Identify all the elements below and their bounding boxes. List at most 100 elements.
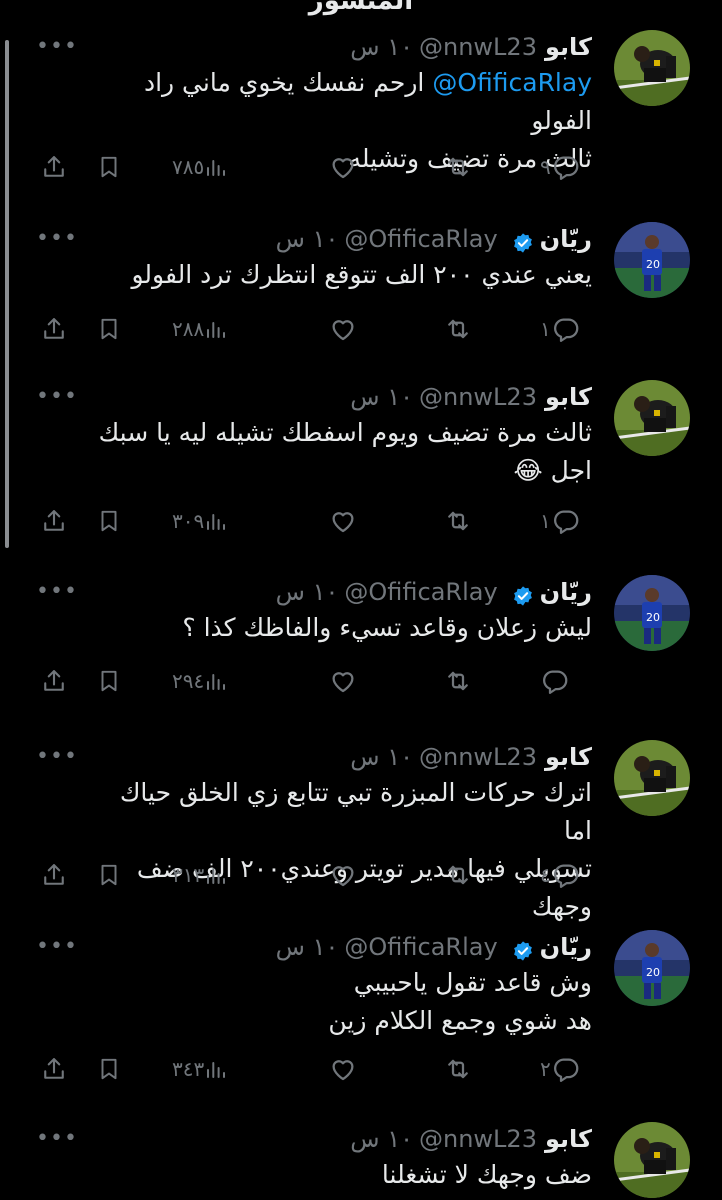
author-handle[interactable]: @OfificaRlay: [344, 225, 497, 253]
retweet-icon: [442, 507, 474, 531]
timestamp[interactable]: ١٠ س: [350, 743, 413, 771]
avatar[interactable]: [614, 1122, 690, 1198]
more-icon[interactable]: •••: [36, 1128, 78, 1150]
share-icon: [40, 153, 68, 177]
like-icon: [328, 861, 358, 886]
like-button[interactable]: [328, 858, 358, 888]
more-icon[interactable]: •••: [36, 36, 78, 58]
reply-button[interactable]: ١: [536, 312, 581, 342]
author-name[interactable]: ريّان: [540, 933, 592, 961]
verified-icon: [512, 937, 534, 961]
avatar[interactable]: [614, 380, 690, 456]
author-name[interactable]: ريّان: [540, 578, 592, 606]
avatar[interactable]: [614, 30, 690, 106]
like-button[interactable]: [328, 1052, 358, 1082]
views-button[interactable]: ٢٨٨: [168, 312, 228, 342]
tweet-text: ضف وجهك لا تشغلنا: [92, 1156, 592, 1194]
share-icon: [40, 667, 68, 691]
author-handle[interactable]: @OfificaRlay: [344, 578, 497, 606]
retweet-button[interactable]: [442, 1052, 474, 1082]
timestamp[interactable]: ١٠ س: [350, 383, 413, 411]
scrollbar[interactable]: [5, 40, 9, 548]
bookmark-button[interactable]: [96, 1052, 122, 1082]
share-button[interactable]: [40, 504, 68, 534]
retweet-button[interactable]: [442, 504, 474, 534]
bookmark-button[interactable]: [96, 312, 122, 342]
like-icon: [328, 1055, 358, 1080]
views-button[interactable]: ٣١٣: [168, 858, 228, 888]
timestamp[interactable]: ١٠ س: [276, 933, 339, 961]
views-button[interactable]: ٣٤٣: [168, 1052, 228, 1082]
bookmark-button[interactable]: [96, 504, 122, 534]
tweet-text: ليش زعلان وقاعد تسيء والفاظك كذا ؟: [92, 609, 592, 647]
reply-button[interactable]: ١: [536, 504, 581, 534]
share-button[interactable]: [40, 664, 68, 694]
reply-button[interactable]: ٢: [536, 1052, 581, 1082]
tweet-header: كابو @nnwL23١٠ س: [350, 740, 592, 774]
timestamp[interactable]: ١٠ س: [276, 578, 339, 606]
retweet-button[interactable]: [442, 150, 474, 180]
tweet-text: اترك حركات المبزرة تبي تتابع زي الخلق حي…: [92, 774, 592, 926]
reply-button[interactable]: ٩: [536, 150, 581, 180]
retweet-icon: [442, 1055, 474, 1079]
timestamp[interactable]: ١٠ س: [276, 225, 339, 253]
author-handle[interactable]: @nnwL23: [419, 33, 537, 61]
more-icon[interactable]: •••: [36, 936, 78, 958]
reply-button[interactable]: [536, 664, 570, 694]
like-button[interactable]: [328, 150, 358, 180]
like-button[interactable]: [328, 504, 358, 534]
bookmark-icon: [96, 507, 122, 531]
author-handle[interactable]: @OfificaRlay: [344, 933, 497, 961]
tweet-header: كابو @nnwL23١٠ س: [350, 1122, 592, 1156]
bookmark-button[interactable]: [96, 150, 122, 180]
avatar[interactable]: 20: [614, 930, 690, 1006]
action-bar: ٤ ٣١٣: [0, 858, 722, 888]
views-button[interactable]: ٢٩٤: [168, 664, 228, 694]
avatar[interactable]: 20: [614, 575, 690, 651]
more-icon[interactable]: •••: [36, 746, 78, 768]
author-name[interactable]: ريّان: [540, 225, 592, 253]
reply-icon: [551, 153, 581, 180]
reply-count: ١: [540, 316, 551, 341]
like-icon: [328, 507, 358, 532]
reply-icon: [551, 1055, 581, 1082]
retweet-button[interactable]: [442, 664, 474, 694]
retweet-button[interactable]: [442, 858, 474, 888]
tweet-text: ثالث مرة تضيف ويوم اسفطك تشيله ليه يا سب…: [92, 414, 592, 490]
more-icon[interactable]: •••: [36, 386, 78, 408]
share-button[interactable]: [40, 312, 68, 342]
views-icon: [204, 667, 228, 691]
author-name[interactable]: كابو: [545, 33, 592, 61]
mention-link[interactable]: @OfificaRlay: [432, 68, 592, 97]
more-icon[interactable]: •••: [36, 228, 78, 250]
more-icon[interactable]: •••: [36, 581, 78, 603]
bookmark-button[interactable]: [96, 664, 122, 694]
author-handle[interactable]: @nnwL23: [419, 1125, 537, 1153]
retweet-button[interactable]: [442, 312, 474, 342]
author-name[interactable]: كابو: [545, 1125, 592, 1153]
tweet-header: كابو @nnwL23١٠ س: [350, 380, 592, 414]
views-button[interactable]: ٣٠٩: [168, 504, 228, 534]
author-handle[interactable]: @nnwL23: [419, 743, 537, 771]
views-button[interactable]: ٧٨٥: [168, 150, 228, 180]
action-bar: ١ ٢٨٨: [0, 312, 722, 342]
share-button[interactable]: [40, 150, 68, 180]
tweet-header: كابو @nnwL23١٠ س: [350, 30, 592, 64]
timestamp[interactable]: ١٠ س: [350, 1125, 413, 1153]
bookmark-icon: [96, 1055, 122, 1079]
author-name[interactable]: كابو: [545, 383, 592, 411]
avatar[interactable]: [614, 740, 690, 816]
avatar[interactable]: 20: [614, 222, 690, 298]
share-button[interactable]: [40, 858, 68, 888]
share-button[interactable]: [40, 1052, 68, 1082]
bookmark-button[interactable]: [96, 858, 122, 888]
author-name[interactable]: كابو: [545, 743, 592, 771]
reply-button[interactable]: ٤: [536, 858, 581, 888]
page-title: المنشور: [308, 0, 414, 16]
like-button[interactable]: [328, 312, 358, 342]
reply-icon: [551, 315, 581, 342]
like-button[interactable]: [328, 664, 358, 694]
author-handle[interactable]: @nnwL23: [419, 383, 537, 411]
timestamp[interactable]: ١٠ س: [350, 33, 413, 61]
tweet-text-line: اجل 😂: [513, 456, 593, 485]
